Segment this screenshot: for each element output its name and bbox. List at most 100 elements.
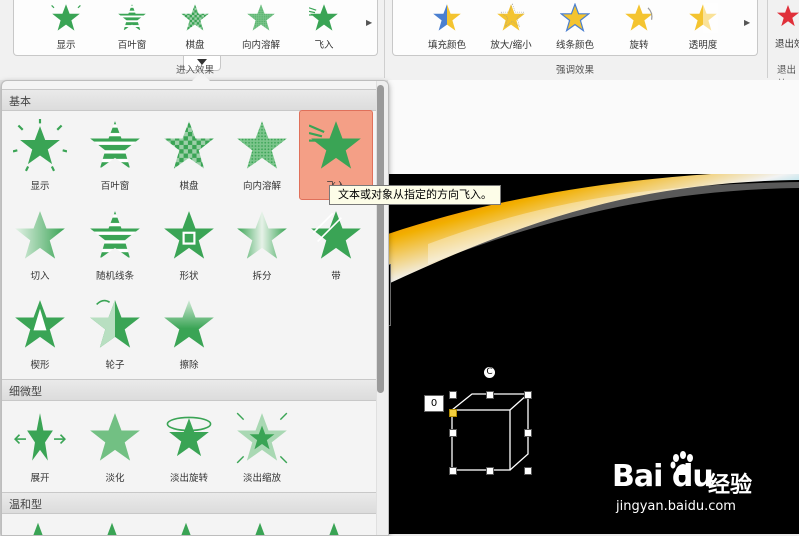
resize-handle[interactable] [524,467,532,475]
animation-order-badge[interactable]: 0 [424,395,444,412]
star-shape-icon [162,209,216,263]
ribbon-effect-line-color[interactable]: 线条颜色 [545,0,605,55]
star-row-icons [17,522,355,535]
effect-split[interactable]: 拆分 [226,201,298,289]
resize-handle[interactable] [449,467,457,475]
ribbon-effect-label: 向内溶解 [241,40,280,51]
slide-top-area [388,80,799,174]
star-dissolve-in-icon [235,119,289,173]
resize-handle[interactable] [486,391,494,399]
effect-label: 向内溶解 [242,181,281,192]
effect-label: 显示 [30,181,50,192]
effect-checkerboard[interactable]: 棋盘 [153,111,225,199]
effect-blinds[interactable]: 百叶窗 [79,111,151,199]
effect-appear[interactable]: 显示 [4,111,76,199]
effect-label: 轮子 [105,360,125,371]
effect-fade[interactable]: 淡化 [79,403,151,491]
effect-label: 随机线条 [95,271,134,282]
ribbon-effect-fill-color[interactable]: 填充颜色 [417,0,477,55]
star-peek-in-icon [13,209,67,263]
star-fly-in-icon [309,119,363,173]
ribbon-effect-label: 棋盘 [185,40,205,51]
panel-scrollbar-thumb[interactable] [377,85,384,393]
panel-pointer [192,72,210,81]
ribbon-effect-grow-shrink[interactable]: 放大/缩小 [481,0,541,55]
adjust-handle[interactable] [449,409,457,417]
star-fade-zoom-icon [236,412,288,464]
star-checkerboard-icon [180,3,210,33]
effect-dissolve-in[interactable]: 向内溶解 [226,111,298,199]
resize-handle[interactable] [486,467,494,475]
ribbon-effect-label: 线条颜色 [555,40,594,51]
star-blinds-icon [117,3,147,33]
star-fill-color-icon [432,3,462,33]
effect-label: 切入 [30,271,50,282]
ribbon-effect-label: 飞入 [314,40,334,51]
effect-label: 楔形 [30,360,50,371]
ribbon-effect-transparency[interactable]: 透明度 [673,0,733,55]
effect-fade-spin[interactable]: 淡出旋转 [153,403,225,491]
star-appear-icon [51,3,81,33]
section-title: 温和型 [9,498,42,511]
ribbon-effect-spin[interactable]: 旋转 [609,0,669,55]
star-line-color-icon [560,3,590,33]
effect-label: 棋盘 [179,181,199,192]
ribbon-effect-label: 百叶窗 [117,40,147,51]
ribbon-effect-appear[interactable]: 显示 [36,0,96,55]
effect-peek-in[interactable]: 切入 [4,201,76,289]
emphasis-group-label: 强调效果 [556,65,595,76]
effect-wipe[interactable]: 擦除 [153,290,225,378]
effect-wedge[interactable]: 楔形 [4,290,76,378]
star-blinds-icon [88,119,142,173]
resize-handle[interactable] [449,429,457,437]
star-spin-icon [624,3,654,33]
section-title: 细微型 [9,385,42,398]
baidu-watermark: Bai du 经验 jingyan.baidu.com [612,445,792,515]
star-exit-icon [776,4,799,28]
watermark-url: jingyan.baidu.com [616,499,736,514]
star-wedge-icon [13,298,67,352]
effect-expand[interactable]: 展开 [4,403,76,491]
star-split-icon [235,209,289,263]
ribbon-effect-exit[interactable]: 退出效 [768,0,799,55]
ribbon-effect-blinds[interactable]: 百叶窗 [102,0,162,55]
effect-strips[interactable]: 带 [300,201,372,289]
effect-fade-zoom[interactable]: 淡出缩放 [226,403,298,491]
effect-shape[interactable]: 形状 [153,201,225,289]
star-transparency-icon [688,3,718,33]
resize-handle[interactable] [524,391,532,399]
effect-label: 展开 [30,473,50,484]
star-strips-icon [309,209,363,263]
resize-handle[interactable] [449,391,457,399]
star-wipe-icon [162,298,216,352]
ribbon-effect-label: 填充颜色 [427,40,466,51]
paw-icon [670,451,693,475]
effect-tooltip: 文本或对象从指定的方向飞入。 [329,185,501,205]
resize-handle[interactable] [524,429,532,437]
emphasis-effects-gallery: 填充颜色 放大/缩小 线条颜色 旋转 透明度 ▶ [392,0,758,56]
gallery-scroll-right-icon[interactable]: ▶ [744,18,752,28]
gallery-scroll-right-icon[interactable]: ▶ [366,18,374,28]
star-fade-spin-icon [166,416,212,465]
effect-random-bars[interactable]: 随机线条 [79,201,151,289]
ribbon-divider [384,0,385,78]
star-random-bars-icon [88,209,142,263]
cube-shape[interactable] [448,388,548,478]
star-dissolve-in-icon [246,3,276,33]
star-expand-icon [14,411,66,465]
section-title: 基本 [9,95,31,108]
ribbon-effect-dissolve-in[interactable]: 向内溶解 [231,0,291,55]
star-appear-icon [13,119,67,172]
ribbon-effect-fly-in[interactable]: 飞入 [294,0,354,55]
ribbon-effect-label: 旋转 [629,40,649,51]
effect-label: 拆分 [252,271,272,282]
effect-label: 形状 [179,271,199,282]
star-checkerboard-icon [162,119,216,173]
ribbon-effect-checkerboard[interactable]: 棋盘 [165,0,225,55]
effect-label: 淡化 [105,473,125,484]
effect-wheel[interactable]: 轮子 [79,290,151,378]
exit-button-label: 退出效 [775,39,799,50]
section-header-moderate: 温和型 [2,492,376,514]
effect-label: 擦除 [179,360,199,371]
rotate-handle[interactable]: C [484,367,495,378]
